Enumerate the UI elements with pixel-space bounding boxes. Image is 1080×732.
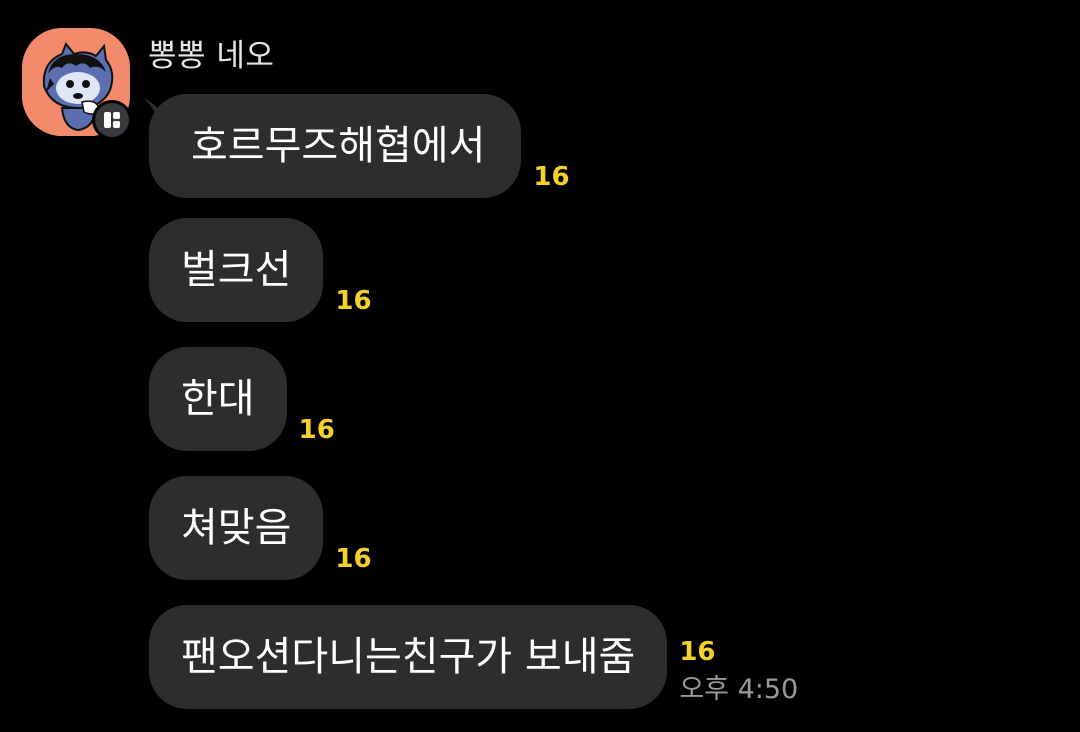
- sender-name: 뽕뽕 네오: [148, 38, 275, 74]
- unread-count: 16: [533, 162, 570, 192]
- message-bubble[interactable]: 쳐맞음: [149, 476, 324, 580]
- unread-count: 16: [335, 286, 372, 316]
- message-bubble[interactable]: 호르무즈해협에서: [149, 94, 522, 198]
- profile-badge: [92, 100, 132, 140]
- message-meta: 16 오후 4:50: [679, 637, 798, 705]
- chat-window: 뽕뽕 네오 호르무즈해협에서 16 벌크선 16 한대 16 쳐맞음 16 팬오…: [0, 0, 1080, 732]
- message-time: 오후 4:50: [679, 674, 799, 705]
- message-meta: 16: [335, 286, 371, 316]
- message-meta: 16: [335, 544, 371, 574]
- message-row: 호르무즈해협에서 16: [143, 94, 570, 198]
- unread-count: 16: [679, 637, 716, 667]
- message-bubble[interactable]: 벌크선: [149, 218, 324, 322]
- message-row: 쳐맞음 16: [149, 476, 372, 580]
- bubble-tail-icon: [143, 98, 163, 118]
- message-meta: 16: [299, 415, 335, 445]
- unread-count: 16: [335, 544, 372, 574]
- message-bubble[interactable]: 한대: [149, 347, 287, 451]
- message-meta: 16: [533, 162, 569, 192]
- unread-count: 16: [298, 415, 335, 445]
- message-row: 팬오션다니는친구가 보내줌 16 오후 4:50: [149, 605, 798, 709]
- message-row: 한대 16: [149, 347, 335, 451]
- profile-badge-icon: [104, 112, 120, 128]
- message-bubble[interactable]: 팬오션다니는친구가 보내줌: [149, 605, 668, 709]
- message-row: 벌크선 16: [149, 218, 372, 322]
